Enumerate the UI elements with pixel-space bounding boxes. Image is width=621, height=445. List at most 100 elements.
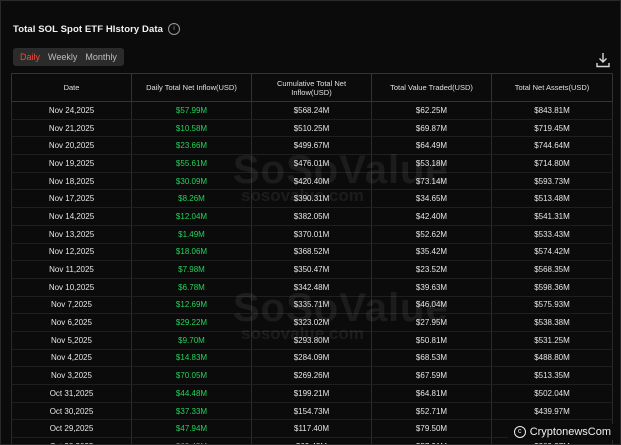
- cell-net-assets: $439.97M: [491, 402, 613, 421]
- cell-value-traded: $68.53M: [371, 349, 492, 368]
- table-row[interactable]: Oct 30,2025 $37.33M $154.73M $52.71M $439.97…: [11, 402, 613, 421]
- cell-net-assets: $843.81M: [491, 101, 613, 120]
- cell-net-assets: $574.42M: [491, 243, 613, 262]
- cell-value-traded: $53.18M: [371, 154, 492, 173]
- column-header-daily-inflow[interactable]: Daily Total Net Inflow(USD): [131, 73, 252, 102]
- panel-title: Total SOL Spot ETF HIstory Data: [13, 23, 164, 35]
- cell-daily-inflow: $47.94M: [131, 419, 252, 439]
- cell-daily-inflow: $18.06M: [131, 243, 252, 262]
- cell-daily-inflow: $9.70M: [131, 331, 252, 350]
- table-row[interactable]: Nov 14,2025 $12.04M $382.05M $42.40M $541.31…: [11, 207, 613, 226]
- cell-date: Nov 11,2025: [11, 260, 132, 279]
- info-icon[interactable]: i: [168, 23, 181, 35]
- cell-value-traded: $46.04M: [371, 296, 492, 315]
- panel-header: Total SOL Spot ETF HIstory Data i: [13, 23, 181, 35]
- cell-date: Nov 12,2025: [11, 243, 132, 262]
- column-header-value-traded[interactable]: Total Value Traded(USD): [371, 73, 492, 102]
- cell-daily-inflow: $14.83M: [131, 349, 252, 368]
- etf-history-panel: Total SOL Spot ETF HIstory Data i Daily …: [0, 0, 621, 445]
- table-row[interactable]: Nov 6,2025 $29.22M $323.02M $27.95M $538.38M: [11, 313, 613, 332]
- cell-cumulative-inflow: $499.67M: [251, 136, 372, 156]
- cell-cumulative-inflow: $390.31M: [251, 189, 372, 209]
- cell-date: Nov 14,2025: [11, 207, 132, 226]
- table-row[interactable]: Nov 4,2025 $14.83M $284.09M $68.53M $488.80M: [11, 349, 613, 368]
- cell-value-traded: $57.91M: [371, 437, 492, 444]
- cell-net-assets: $533.43M: [491, 225, 613, 244]
- cell-date: Nov 17,2025: [11, 189, 132, 209]
- table-row[interactable]: Nov 21,2025 $10.58M $510.25M $69.87M $719.45…: [11, 119, 613, 138]
- cell-cumulative-inflow: $269.26M: [251, 366, 372, 385]
- cell-cumulative-inflow: $293.80M: [251, 331, 372, 350]
- table-row[interactable]: Nov 20,2025 $23.66M $499.67M $64.49M $744.64…: [11, 136, 613, 156]
- cell-date: Oct 31,2025: [11, 384, 132, 403]
- cell-value-traded: $73.14M: [371, 172, 492, 191]
- table-row[interactable]: Nov 11,2025 $7.98M $350.47M $23.52M $568.35M: [11, 260, 613, 279]
- cell-daily-inflow: $30.09M: [131, 172, 252, 191]
- cell-cumulative-inflow: $69.45M: [251, 437, 372, 444]
- cell-date: Nov 5,2025: [11, 331, 132, 350]
- tab-weekly[interactable]: Weekly: [44, 48, 81, 66]
- cell-date: Nov 6,2025: [11, 313, 132, 332]
- cell-cumulative-inflow: $370.01M: [251, 225, 372, 244]
- table-row[interactable]: Nov 24,2025 $57.99M $568.24M $62.25M $843.81…: [11, 101, 613, 120]
- cell-date: Nov 13,2025: [11, 225, 132, 244]
- cell-cumulative-inflow: $335.71M: [251, 296, 372, 315]
- cell-date: Oct 29,2025: [11, 419, 132, 439]
- cell-daily-inflow: $12.04M: [131, 207, 252, 226]
- cell-value-traded: $52.62M: [371, 225, 492, 244]
- table-row[interactable]: Oct 31,2025 $44.48M $199.21M $64.81M $502.04…: [11, 384, 613, 403]
- cell-daily-inflow: $55.61M: [131, 154, 252, 173]
- cell-net-assets: $568.35M: [491, 260, 613, 279]
- tab-monthly[interactable]: Monthly: [81, 48, 121, 66]
- cell-daily-inflow: $10.58M: [131, 119, 252, 138]
- table-row[interactable]: Nov 17,2025 $8.26M $390.31M $34.65M $513.48M: [11, 189, 613, 209]
- table-row[interactable]: Nov 10,2025 $6.78M $342.48M $39.63M $598.36M: [11, 278, 613, 297]
- table-row[interactable]: Nov 13,2025 $1.49M $370.01M $52.62M $533.43M: [11, 225, 613, 244]
- cell-cumulative-inflow: $284.09M: [251, 349, 372, 368]
- cell-cumulative-inflow: $350.47M: [251, 260, 372, 279]
- cell-cumulative-inflow: $476.01M: [251, 154, 372, 173]
- table-row[interactable]: Nov 19,2025 $55.61M $476.01M $53.18M $714.80…: [11, 154, 613, 173]
- cell-value-traded: $64.49M: [371, 136, 492, 156]
- cell-daily-inflow: $12.69M: [131, 296, 252, 315]
- table-row[interactable]: Nov 12,2025 $18.06M $368.52M $35.42M $574.42…: [11, 243, 613, 262]
- cell-value-traded: $67.59M: [371, 366, 492, 385]
- cell-daily-inflow: $23.66M: [131, 136, 252, 156]
- table-row[interactable]: Nov 7,2025 $12.69M $335.71M $46.04M $575.93M: [11, 296, 613, 315]
- column-header-date[interactable]: Date: [11, 73, 132, 102]
- cell-net-assets: $719.45M: [491, 119, 613, 138]
- cell-daily-inflow: $29.22M: [131, 313, 252, 332]
- column-header-cumulative-inflow[interactable]: Cumulative Total Net Inflow(USD): [251, 73, 372, 102]
- cell-value-traded: $50.81M: [371, 331, 492, 350]
- tab-daily[interactable]: Daily: [16, 48, 44, 66]
- cell-net-assets: $744.64M: [491, 136, 613, 156]
- table-row[interactable]: Nov 18,2025 $30.09M $420.40M $73.14M $593.73…: [11, 172, 613, 191]
- cell-date: Nov 10,2025: [11, 278, 132, 297]
- download-icon[interactable]: [596, 52, 610, 68]
- cell-net-assets: $598.36M: [491, 278, 613, 297]
- cell-net-assets: $513.48M: [491, 189, 613, 209]
- cell-date: Nov 20,2025: [11, 136, 132, 156]
- cell-date: Nov 3,2025: [11, 366, 132, 385]
- column-header-net-assets[interactable]: Total Net Assets(USD): [491, 73, 613, 102]
- cell-value-traded: $23.52M: [371, 260, 492, 279]
- cell-value-traded: $39.63M: [371, 278, 492, 297]
- cell-cumulative-inflow: $382.05M: [251, 207, 372, 226]
- cell-net-assets: $538.38M: [491, 313, 613, 332]
- cell-cumulative-inflow: $342.48M: [251, 278, 372, 297]
- table-row[interactable]: Nov 3,2025 $70.05M $269.26M $67.59M $513.35M: [11, 366, 613, 385]
- table-body: Nov 24,2025 $57.99M $568.24M $62.25M $843.81…: [11, 101, 613, 444]
- cell-net-assets: $513.35M: [491, 366, 613, 385]
- cell-daily-inflow: $57.99M: [131, 101, 252, 120]
- cell-date: Nov 21,2025: [11, 119, 132, 138]
- cell-value-traded: $35.42M: [371, 243, 492, 262]
- table-row[interactable]: Nov 5,2025 $9.70M $293.80M $50.81M $531.25M: [11, 331, 613, 350]
- cell-date: Nov 18,2025: [11, 172, 132, 191]
- cell-daily-inflow: $37.33M: [131, 402, 252, 421]
- table-header-row: Date Daily Total Net Inflow(USD) Cumulat…: [11, 73, 613, 102]
- cell-daily-inflow: $8.26M: [131, 189, 252, 209]
- cell-value-traded: $34.65M: [371, 189, 492, 209]
- copyright-icon: c: [513, 426, 526, 438]
- cell-value-traded: $42.40M: [371, 207, 492, 226]
- cell-cumulative-inflow: $568.24M: [251, 101, 372, 120]
